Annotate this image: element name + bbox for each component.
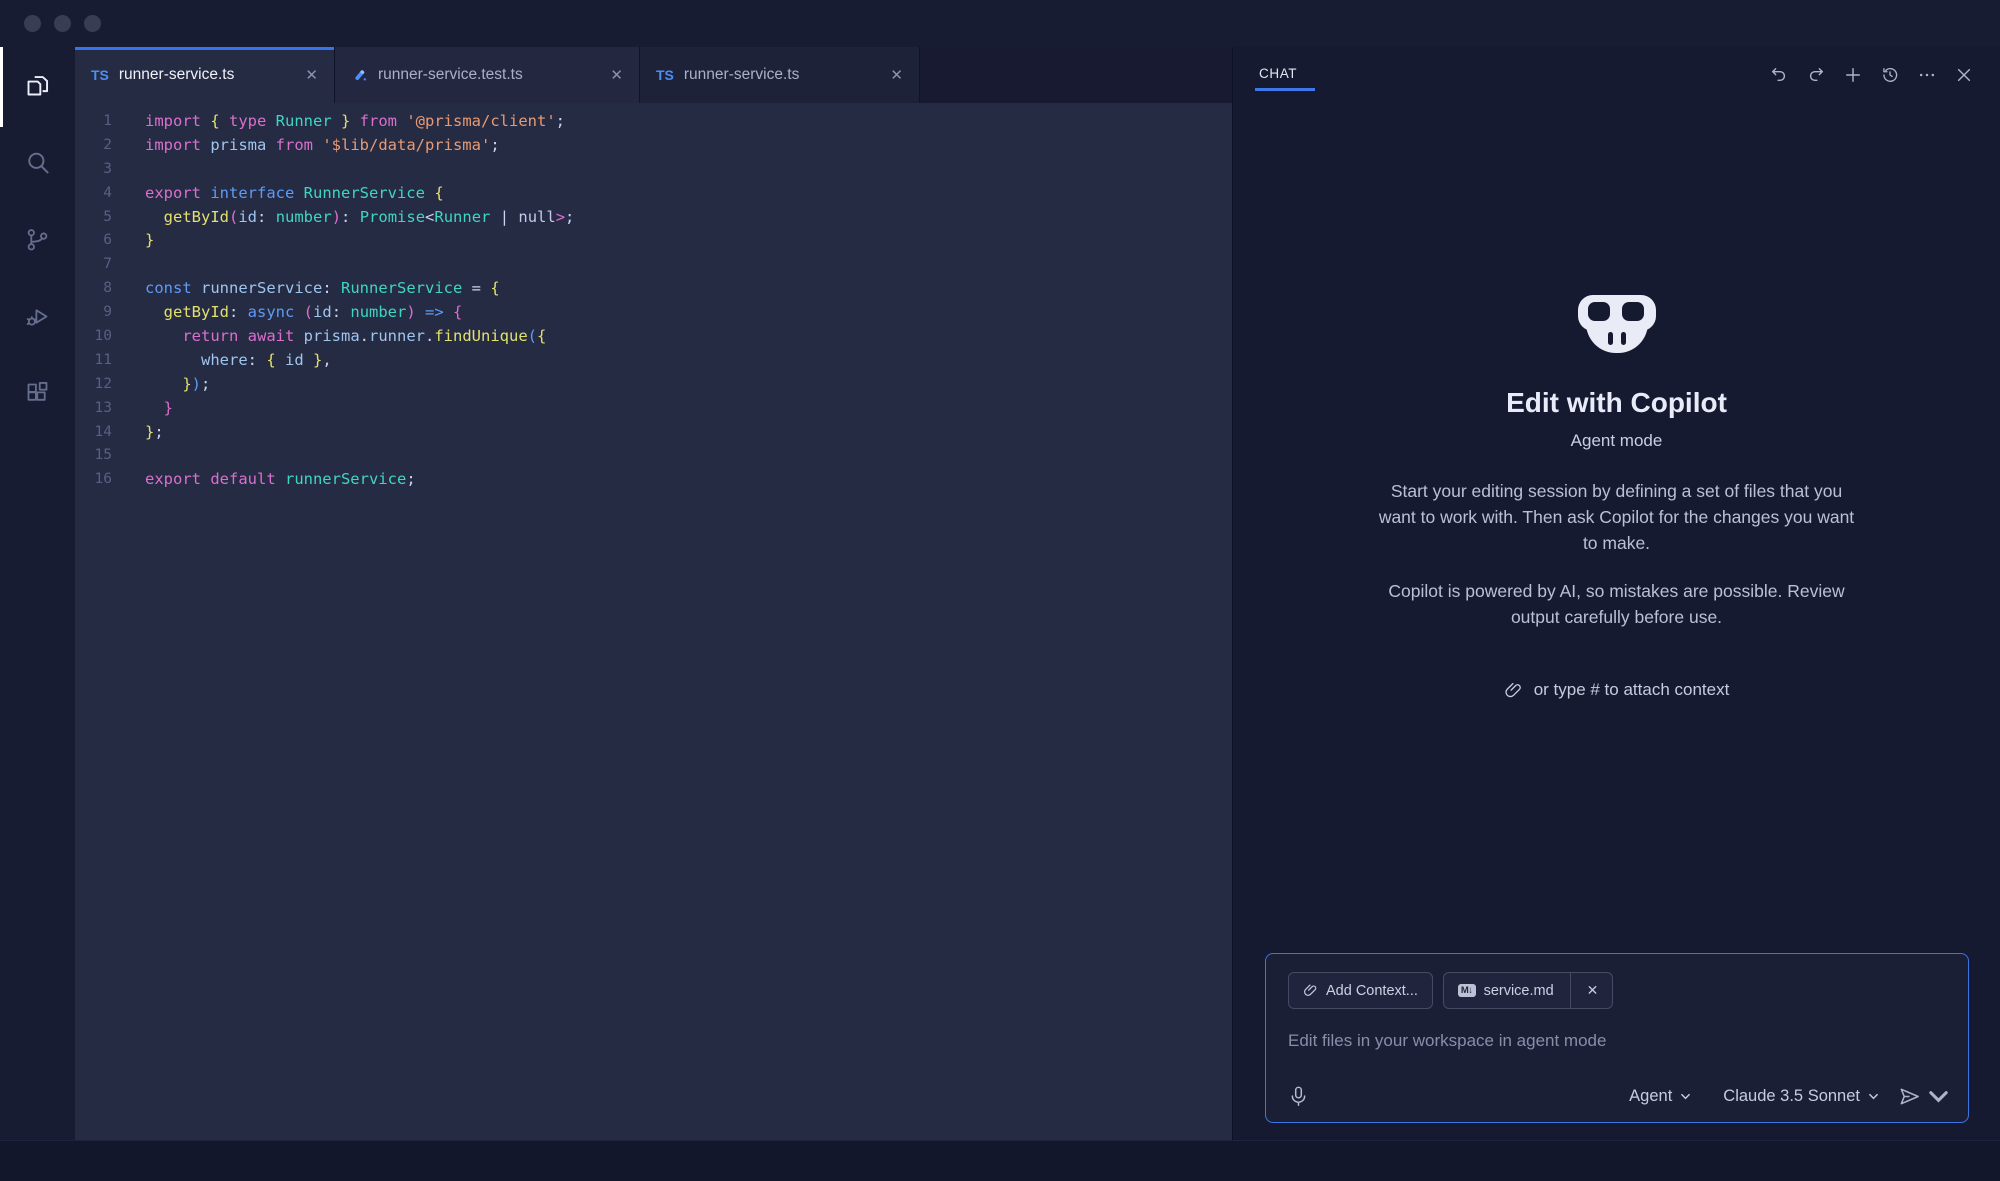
- line-number: 4: [75, 182, 112, 206]
- empty-state-paragraph: Start your editing session by defining a…: [1374, 479, 1860, 557]
- chevron-down-icon: [1868, 1091, 1879, 1102]
- tab-bar: TS runner-service.ts ✕ ru: [75, 47, 1232, 103]
- tab-label: runner-service.test.ts: [378, 66, 523, 84]
- close-icon[interactable]: ✕: [305, 66, 318, 84]
- code-area[interactable]: 1import { type Runner } from '@prisma/cl…: [75, 103, 1232, 1140]
- code-line[interactable]: 15: [75, 444, 1232, 468]
- line-number: 10: [75, 325, 112, 349]
- active-view-indicator: [0, 47, 3, 127]
- line-number: 9: [75, 301, 112, 325]
- code-line[interactable]: 3: [75, 158, 1232, 182]
- code-line[interactable]: 11 where: { id },: [75, 349, 1232, 373]
- code-line[interactable]: 7: [75, 253, 1232, 277]
- new-chat-icon[interactable]: [1843, 65, 1863, 85]
- extensions-icon: [24, 380, 51, 407]
- chat-input-box[interactable]: Add Context... M↓ service.md ✕ Edit file…: [1265, 953, 1969, 1123]
- more-icon[interactable]: [1917, 65, 1937, 85]
- send-icon[interactable]: [1898, 1085, 1921, 1108]
- redo-icon[interactable]: [1806, 65, 1826, 85]
- debug-icon: [24, 303, 51, 330]
- line-number: 8: [75, 277, 112, 301]
- line-number: 3: [75, 158, 112, 182]
- sidebar-item-search[interactable]: [0, 124, 75, 201]
- code-line[interactable]: 16export default runnerService;: [75, 468, 1232, 492]
- history-icon[interactable]: [1880, 65, 1900, 85]
- line-number: 14: [75, 421, 112, 445]
- status-bar: [0, 1140, 2000, 1181]
- sidebar-item-source-control[interactable]: [0, 201, 75, 278]
- model-picker[interactable]: Claude 3.5 Sonnet: [1723, 1087, 1879, 1106]
- window-zoom-button[interactable]: [84, 15, 101, 32]
- line-number: 15: [75, 444, 112, 468]
- close-icon[interactable]: ✕: [610, 66, 623, 84]
- typescript-icon: TS: [656, 67, 674, 83]
- remove-context-icon[interactable]: ✕: [1581, 982, 1599, 999]
- titlebar: [0, 0, 2000, 47]
- line-number: 5: [75, 206, 112, 230]
- line-number: 11: [75, 349, 112, 373]
- sidebar-item-extensions[interactable]: [0, 355, 75, 432]
- window-minimize-button[interactable]: [54, 15, 71, 32]
- chat-header: CHAT: [1233, 47, 2000, 103]
- code-line[interactable]: 8const runnerService: RunnerService = {: [75, 277, 1232, 301]
- code-line[interactable]: 2import prisma from '$lib/data/prisma';: [75, 134, 1232, 158]
- tab-label: runner-service.ts: [684, 66, 799, 84]
- attach-context-hint: or type # to attach context: [1504, 680, 1730, 700]
- chat-tab-label: CHAT: [1259, 66, 1297, 81]
- mode-picker[interactable]: Agent: [1629, 1087, 1691, 1106]
- code-line[interactable]: 9 getById: async (id: number) => {: [75, 301, 1232, 325]
- search-icon: [24, 149, 51, 176]
- code-line[interactable]: 12 });: [75, 373, 1232, 397]
- sidebar-item-run-debug[interactable]: [0, 278, 75, 355]
- close-icon[interactable]: [1954, 65, 1974, 85]
- code-line[interactable]: 1import { type Runner } from '@prisma/cl…: [75, 110, 1232, 134]
- vscode-window: TS runner-service.ts ✕ ru: [0, 0, 2000, 1181]
- code-line[interactable]: 6}: [75, 229, 1232, 253]
- line-number: 13: [75, 397, 112, 421]
- tab-runner-service-test-ts[interactable]: runner-service.test.ts ✕: [335, 47, 640, 103]
- empty-state-title: Edit with Copilot: [1506, 387, 1727, 419]
- paperclip-icon: [1303, 983, 1318, 998]
- agent-mode-label: Agent mode: [1571, 431, 1663, 451]
- microphone-icon[interactable]: [1288, 1085, 1309, 1108]
- code-line[interactable]: 14};: [75, 421, 1232, 445]
- line-number: 7: [75, 253, 112, 277]
- line-number: 2: [75, 134, 112, 158]
- tab-label: runner-service.ts: [119, 66, 234, 84]
- line-number: 1: [75, 110, 112, 134]
- chat-input-placeholder[interactable]: Edit files in your workspace in agent mo…: [1288, 1031, 1946, 1051]
- activity-bar: [0, 47, 75, 1140]
- empty-state-disclaimer: Copilot is powered by AI, so mistakes ar…: [1374, 579, 1860, 631]
- tab-chat[interactable]: CHAT: [1257, 56, 1299, 95]
- line-number: 12: [75, 373, 112, 397]
- copilot-icon: [1577, 295, 1657, 357]
- editor-group: TS runner-service.ts ✕ ru: [75, 47, 1232, 1140]
- code-line[interactable]: 13 }: [75, 397, 1232, 421]
- beaker-icon: [351, 67, 368, 84]
- line-number: 16: [75, 468, 112, 492]
- tab-runner-service-ts-2[interactable]: TS runner-service.ts ✕: [640, 47, 920, 103]
- add-context-button[interactable]: Add Context...: [1288, 972, 1433, 1009]
- git-branch-icon: [24, 226, 51, 253]
- undo-icon[interactable]: [1769, 65, 1789, 85]
- chevron-down-icon[interactable]: [1927, 1085, 1950, 1108]
- code-line[interactable]: 4export interface RunnerService {: [75, 182, 1232, 206]
- chevron-down-icon: [1680, 1091, 1691, 1102]
- sidebar-item-explorer[interactable]: [0, 47, 75, 124]
- typescript-icon: TS: [91, 67, 109, 83]
- tab-runner-service-ts[interactable]: TS runner-service.ts ✕: [75, 47, 335, 103]
- paperclip-icon: [1504, 681, 1523, 700]
- close-icon[interactable]: ✕: [890, 66, 903, 84]
- context-chip-service-md[interactable]: M↓ service.md ✕: [1443, 972, 1614, 1009]
- files-icon: [24, 72, 51, 99]
- window-close-button[interactable]: [24, 15, 41, 32]
- code-line[interactable]: 5 getById(id: number): Promise<Runner | …: [75, 206, 1232, 230]
- line-number: 6: [75, 229, 112, 253]
- code-line[interactable]: 10 return await prisma.runner.findUnique…: [75, 325, 1232, 349]
- copilot-chat-panel: CHAT: [1232, 47, 2000, 1140]
- markdown-icon: M↓: [1458, 984, 1476, 998]
